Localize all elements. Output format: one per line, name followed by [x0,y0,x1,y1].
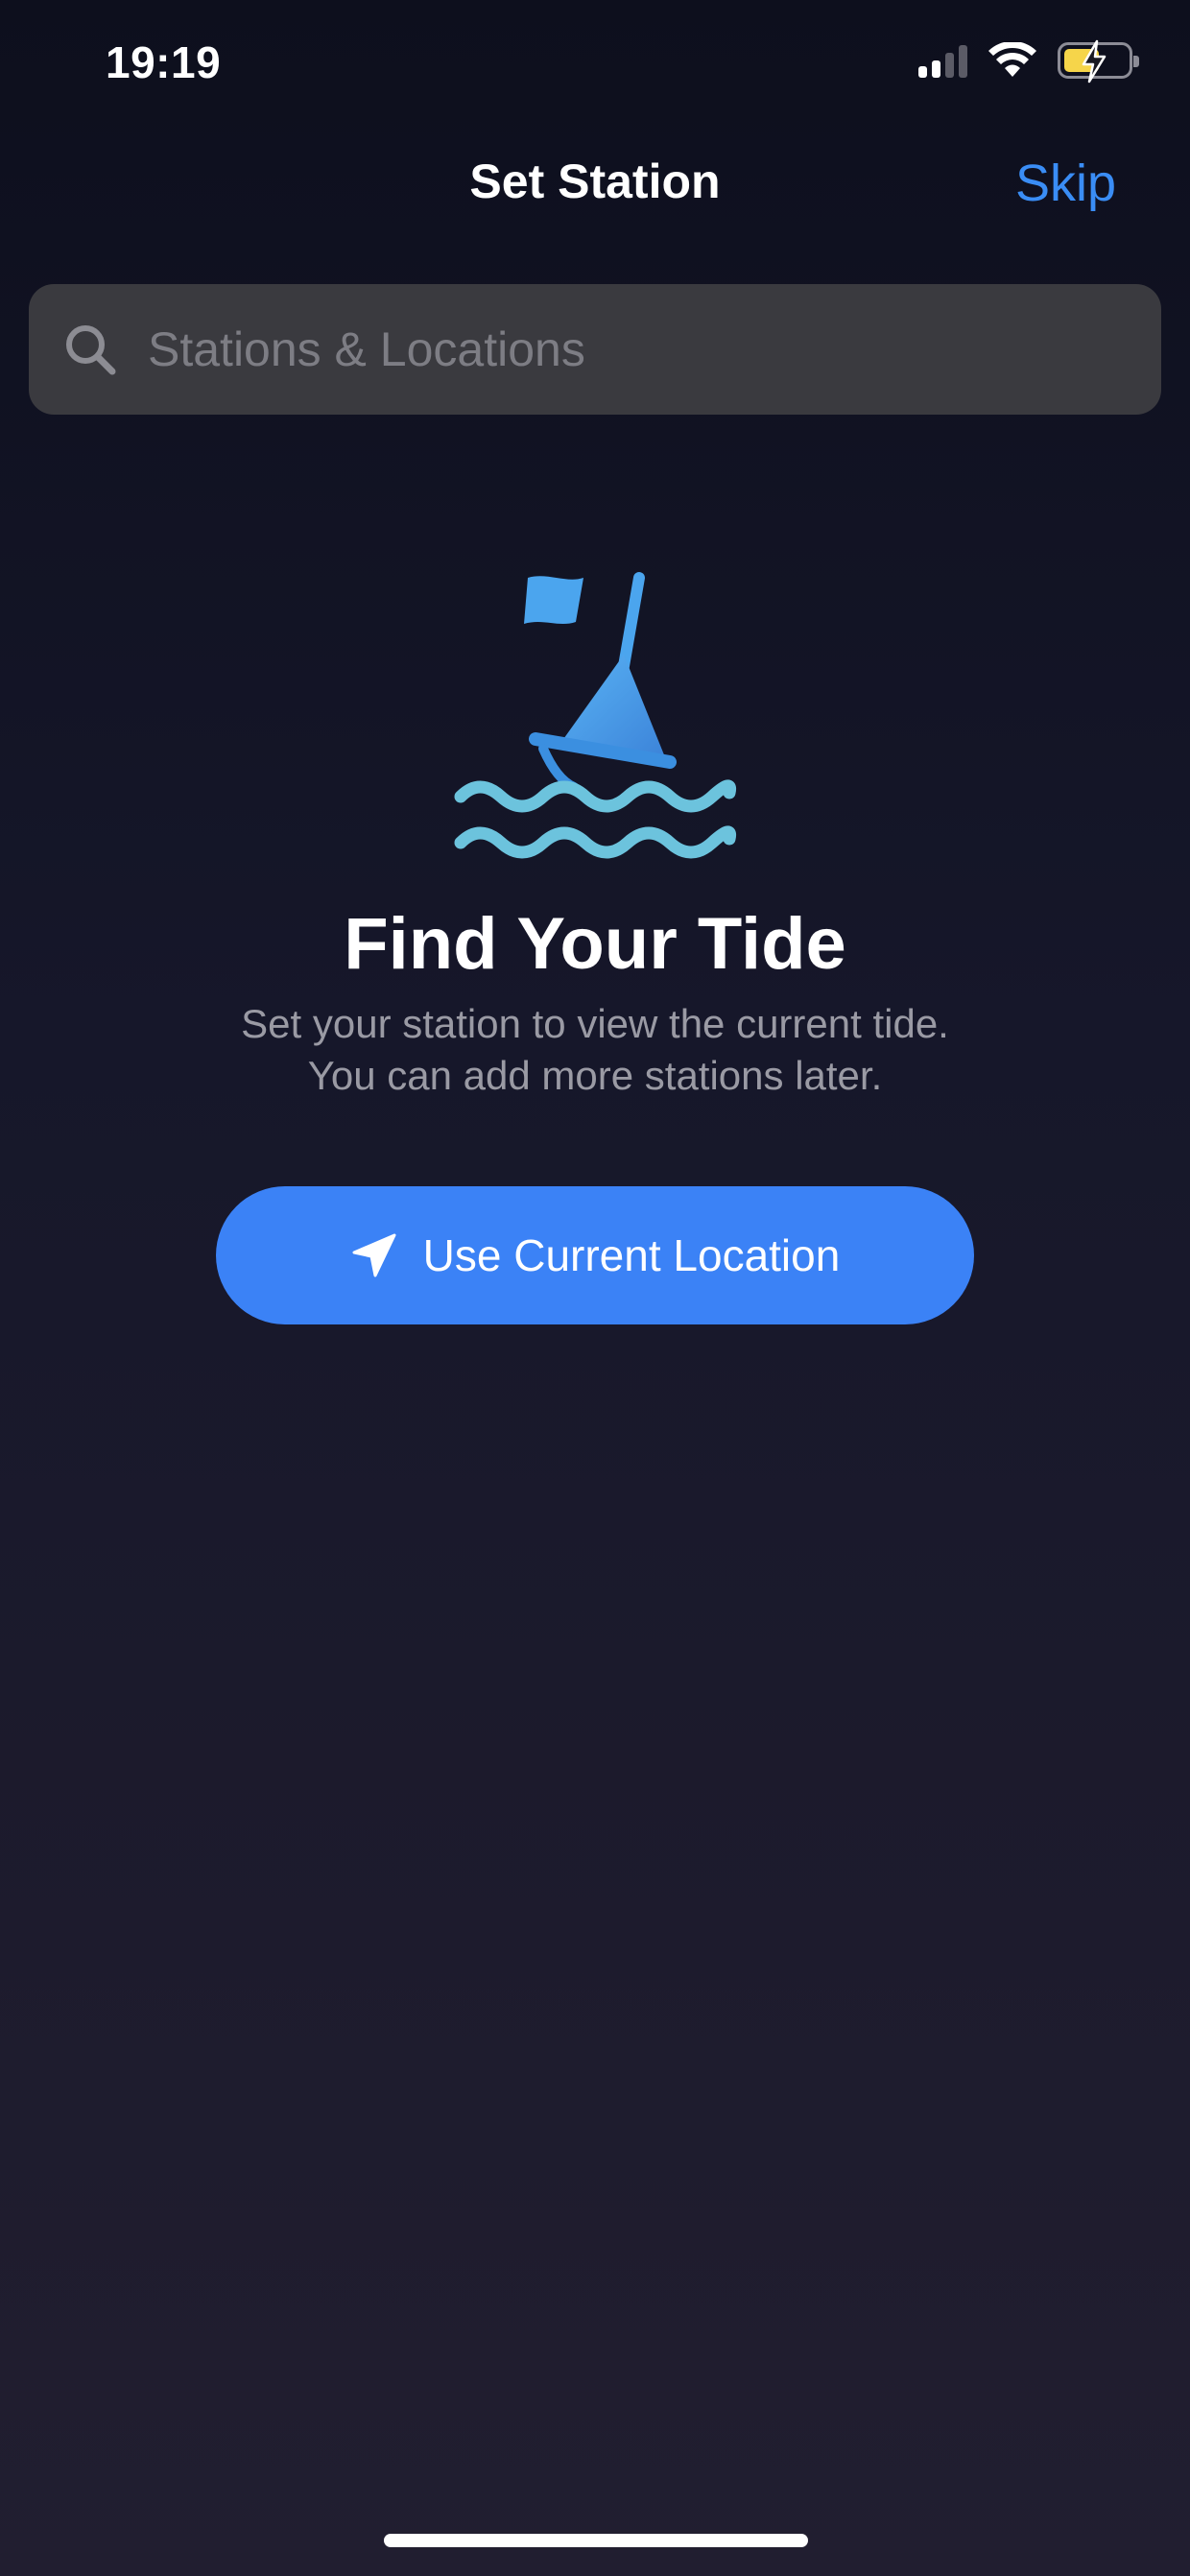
search-bar[interactable] [29,284,1161,415]
status-time: 19:19 [106,37,222,87]
use-current-location-button[interactable]: Use Current Location [216,1186,974,1324]
search-input[interactable] [148,322,1107,377]
skip-button[interactable]: Skip [1015,154,1116,213]
home-indicator[interactable] [384,2534,808,2547]
cellular-signal-icon [918,43,967,78]
battery-charging-icon [1058,39,1139,83]
hero-title: Find Your Tide [344,903,846,985]
hero-subtitle-line-2: You can add more stations later. [307,1053,883,1098]
status-icons [918,39,1139,83]
buoy-flag-waves-icon [454,572,737,859]
set-station-screen: 19:19 Set Station Skip Stations & Locati… [0,0,1190,2576]
search-icon [66,325,116,375]
location-arrow-icon [352,1233,396,1277]
use-current-location-label: Use Current Location [422,1230,841,1280]
wifi-icon [988,42,1036,77]
hero-subtitle-line-1: Set your station to view the current tid… [241,1001,949,1046]
hero-subtitle: Set your station to view the current tid… [0,998,1190,1102]
page-title: Set Station [469,155,721,208]
